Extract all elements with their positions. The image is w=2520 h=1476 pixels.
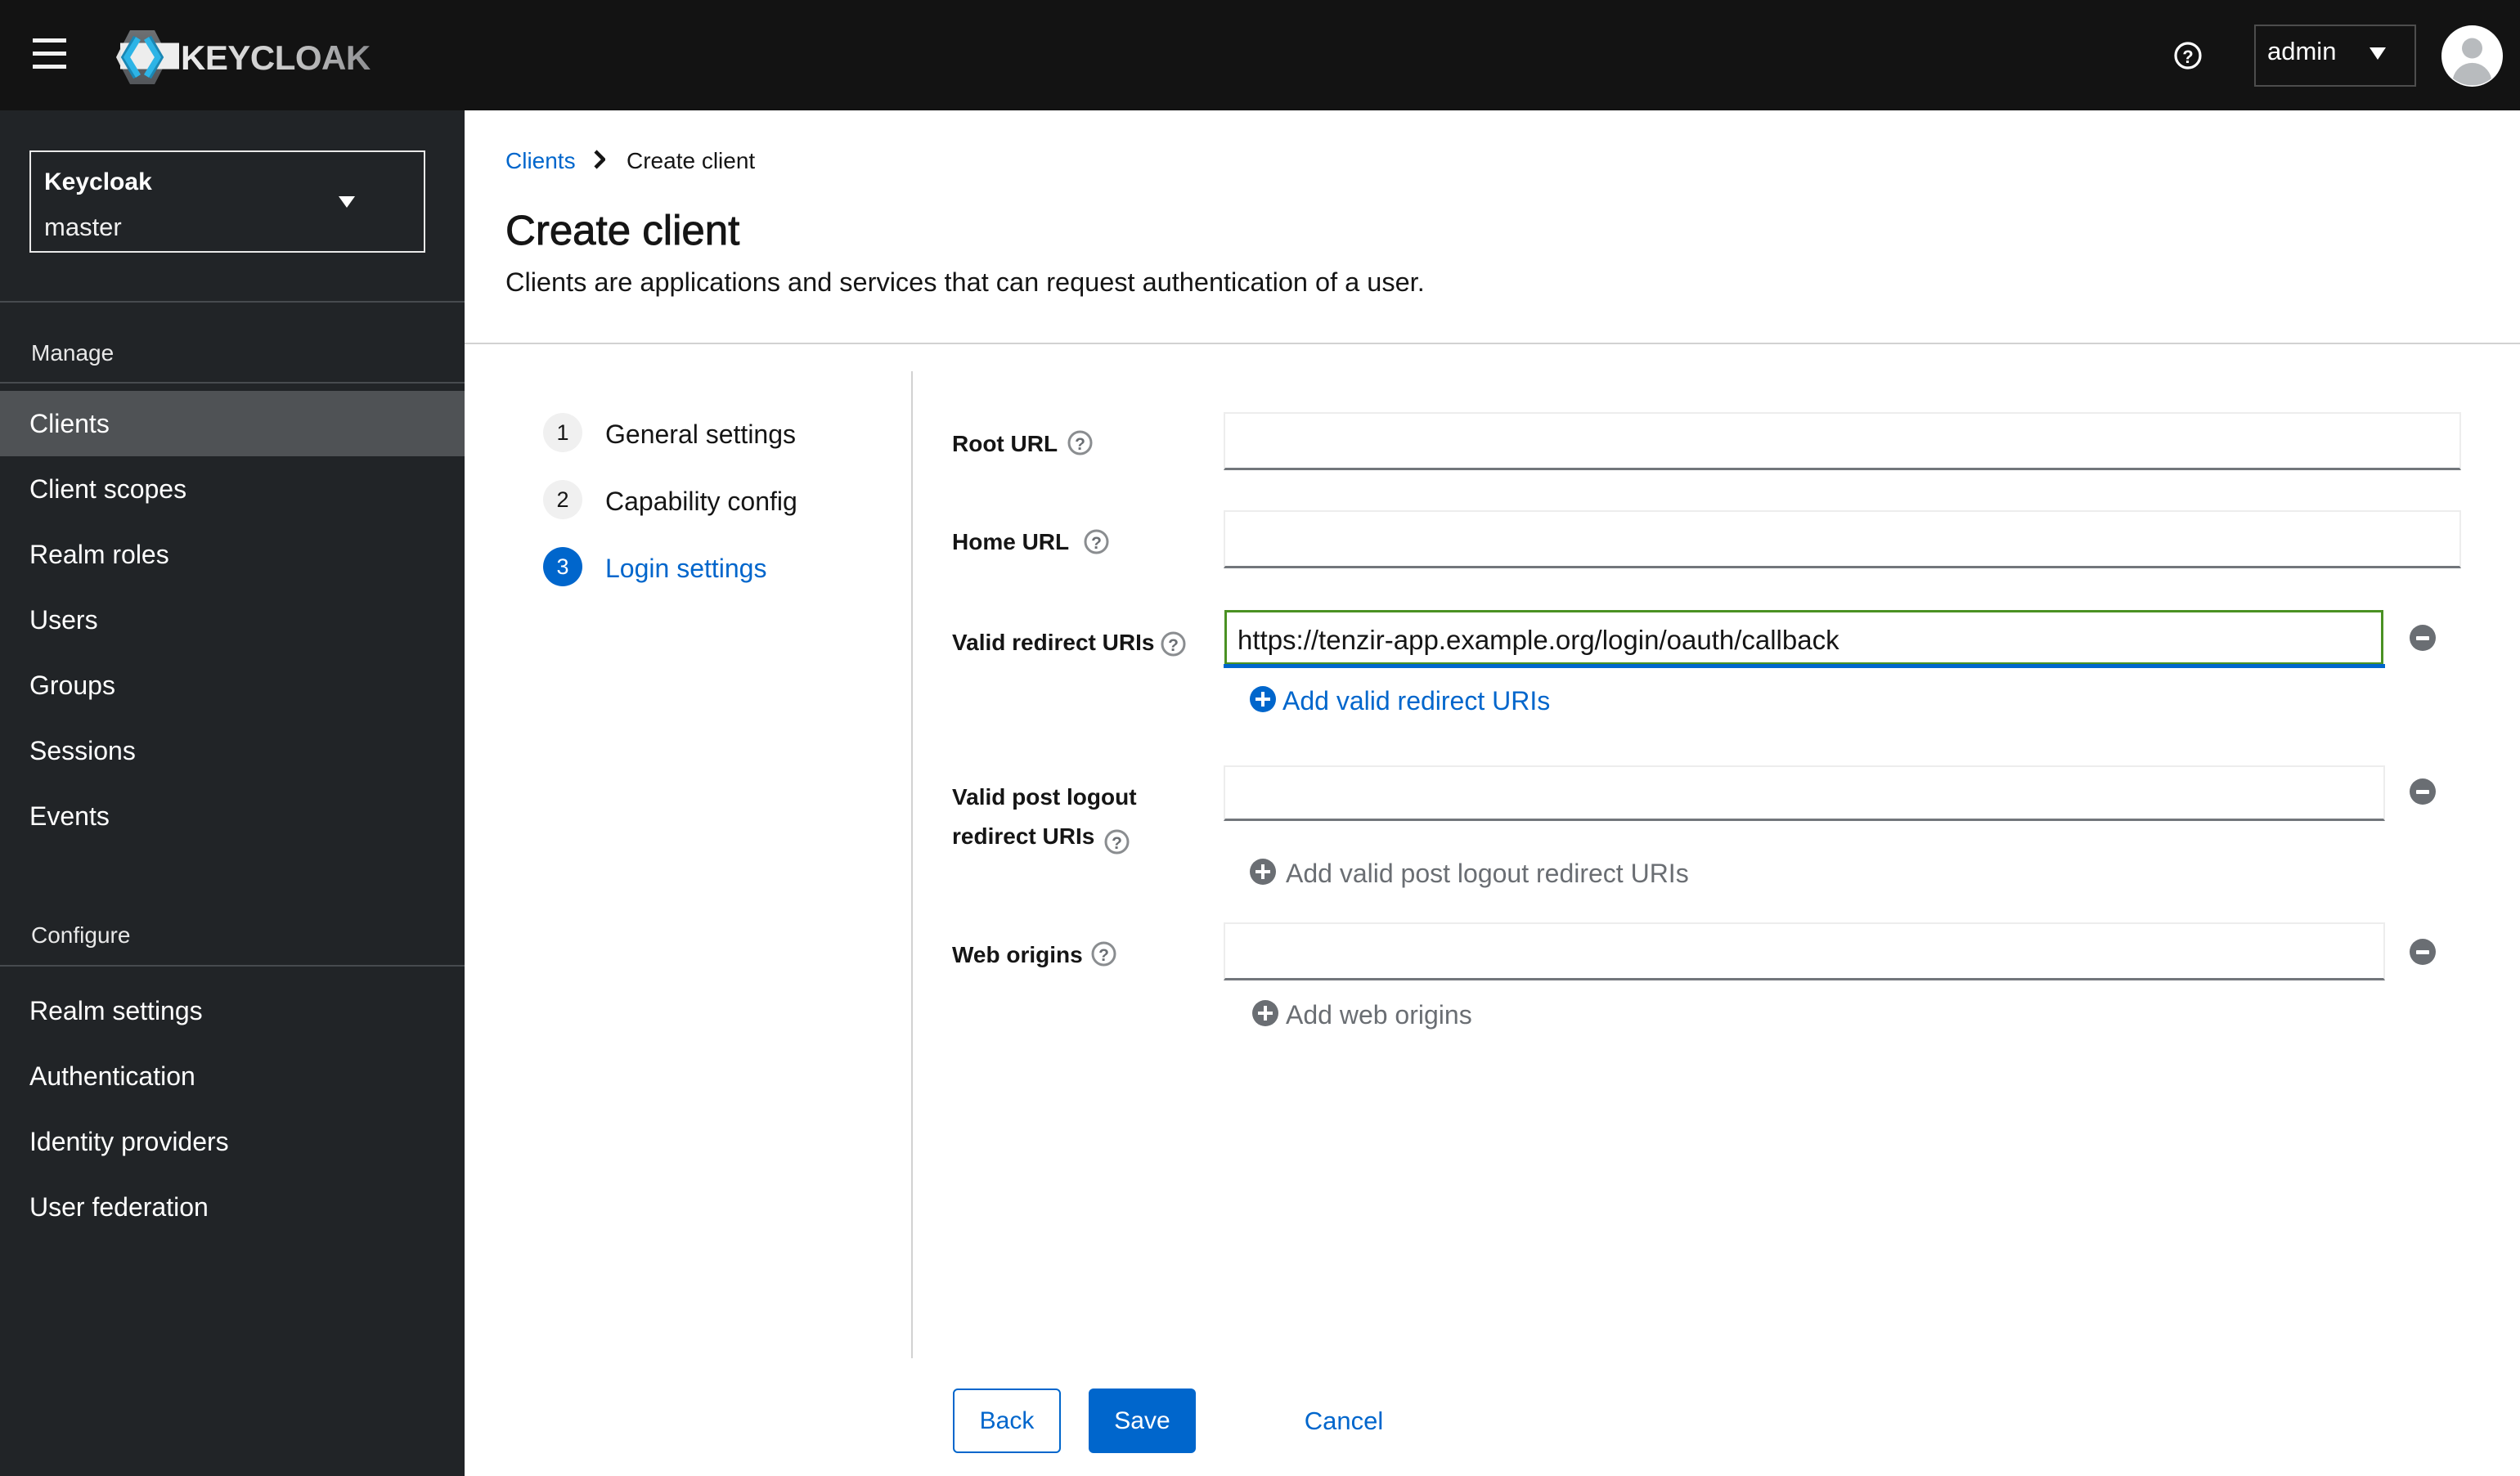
svg-text:KEYCLOAK: KEYCLOAK xyxy=(181,38,371,77)
svg-text:?: ? xyxy=(1098,946,1109,965)
svg-text:?: ? xyxy=(1075,435,1085,454)
svg-text:?: ? xyxy=(1091,534,1102,553)
svg-text:?: ? xyxy=(1112,834,1122,853)
svg-text:?: ? xyxy=(2182,47,2193,67)
svg-text:?: ? xyxy=(1168,636,1179,655)
